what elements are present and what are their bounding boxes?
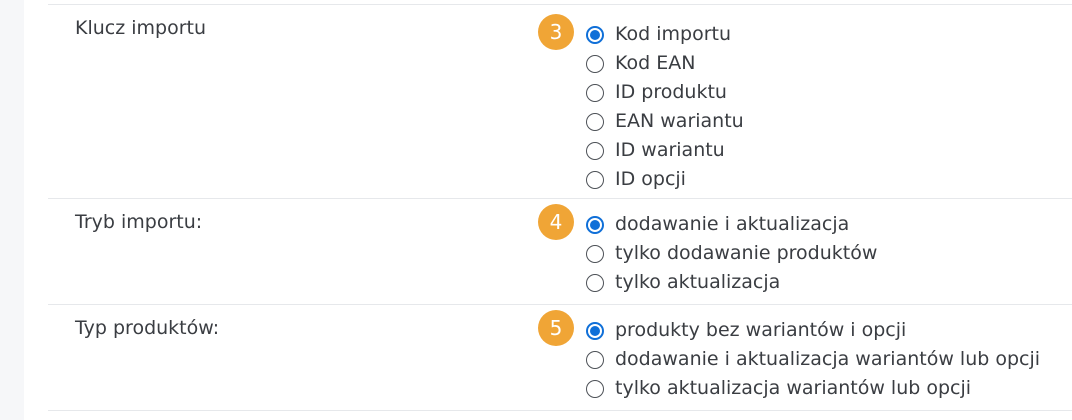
radio-option-tylko-dodawanie[interactable]: tylko dodawanie produktów xyxy=(586,239,877,268)
import-key-label: Klucz importu xyxy=(75,17,207,39)
import-key-row: Klucz importu 3 Kod importu Kod EAN ID p… xyxy=(48,4,1072,199)
divider xyxy=(48,410,1072,411)
radio-button[interactable] xyxy=(586,350,604,369)
radio-button[interactable] xyxy=(586,112,604,131)
radio-option-label: dodawanie i aktualizacja wariantów lub o… xyxy=(615,348,1041,370)
radio-option-tylko-aktualizacja-wariantow[interactable]: tylko aktualizacja wariantów lub opcji xyxy=(586,374,1040,403)
import-mode-options: dodawanie i aktualizacja tylko dodawanie… xyxy=(586,210,877,297)
radio-button[interactable] xyxy=(586,244,604,263)
radio-option-ean-wariantu[interactable]: EAN wariantu xyxy=(586,107,744,136)
radio-button[interactable] xyxy=(586,215,604,234)
import-mode-row: Tryb importu: 4 dodawanie i aktualizacja… xyxy=(48,198,1072,305)
radio-option-label: ID produktu xyxy=(615,81,727,103)
step-badge-3: 3 xyxy=(538,14,574,50)
radio-option-label: tylko aktualizacja xyxy=(615,271,781,293)
radio-option-label: produkty bez wariantów i opcji xyxy=(615,319,907,341)
radio-option-kod-importu[interactable]: Kod importu xyxy=(586,20,744,49)
product-type-options: produkty bez wariantów i opcji dodawanie… xyxy=(586,316,1040,403)
radio-button[interactable] xyxy=(586,379,604,398)
radio-button[interactable] xyxy=(586,321,604,340)
import-mode-label: Tryb importu: xyxy=(75,211,203,233)
radio-option-label: Kod importu xyxy=(615,23,732,45)
radio-option-label: dodawanie i aktualizacja xyxy=(615,213,850,235)
radio-option-dodawanie-wariantow[interactable]: dodawanie i aktualizacja wariantów lub o… xyxy=(586,345,1040,374)
import-settings-panel: Klucz importu 3 Kod importu Kod EAN ID p… xyxy=(24,0,1072,420)
radio-option-id-produktu[interactable]: ID produktu xyxy=(586,78,744,107)
radio-option-kod-ean[interactable]: Kod EAN xyxy=(586,49,744,78)
radio-option-label: ID wariantu xyxy=(615,139,725,161)
radio-option-produkty-bez-wariantow[interactable]: produkty bez wariantów i opcji xyxy=(586,316,1040,345)
step-badge-4: 4 xyxy=(538,204,574,240)
radio-option-label: tylko aktualizacja wariantów lub opcji xyxy=(615,377,972,399)
radio-option-label: EAN wariantu xyxy=(615,110,744,132)
radio-button[interactable] xyxy=(586,141,604,160)
step-badge-5: 5 xyxy=(538,310,574,346)
radio-button[interactable] xyxy=(586,273,604,292)
radio-option-dodawanie-i-aktualizacja[interactable]: dodawanie i aktualizacja xyxy=(586,210,877,239)
product-type-row: Typ produktów: 5 produkty bez wariantów … xyxy=(48,304,1072,411)
radio-option-id-wariantu[interactable]: ID wariantu xyxy=(586,136,744,165)
radio-option-tylko-aktualizacja[interactable]: tylko aktualizacja xyxy=(586,268,877,297)
radio-option-label: ID opcji xyxy=(615,168,686,190)
radio-button[interactable] xyxy=(586,170,604,189)
import-key-options: Kod importu Kod EAN ID produktu EAN wari… xyxy=(586,20,744,194)
radio-option-label: Kod EAN xyxy=(615,52,696,74)
radio-button[interactable] xyxy=(586,54,604,73)
radio-option-id-opcji[interactable]: ID opcji xyxy=(586,165,744,194)
radio-option-label: tylko dodawanie produktów xyxy=(615,242,878,264)
radio-button[interactable] xyxy=(586,25,604,44)
radio-button[interactable] xyxy=(586,83,604,102)
product-type-label: Typ produktów: xyxy=(75,317,220,339)
